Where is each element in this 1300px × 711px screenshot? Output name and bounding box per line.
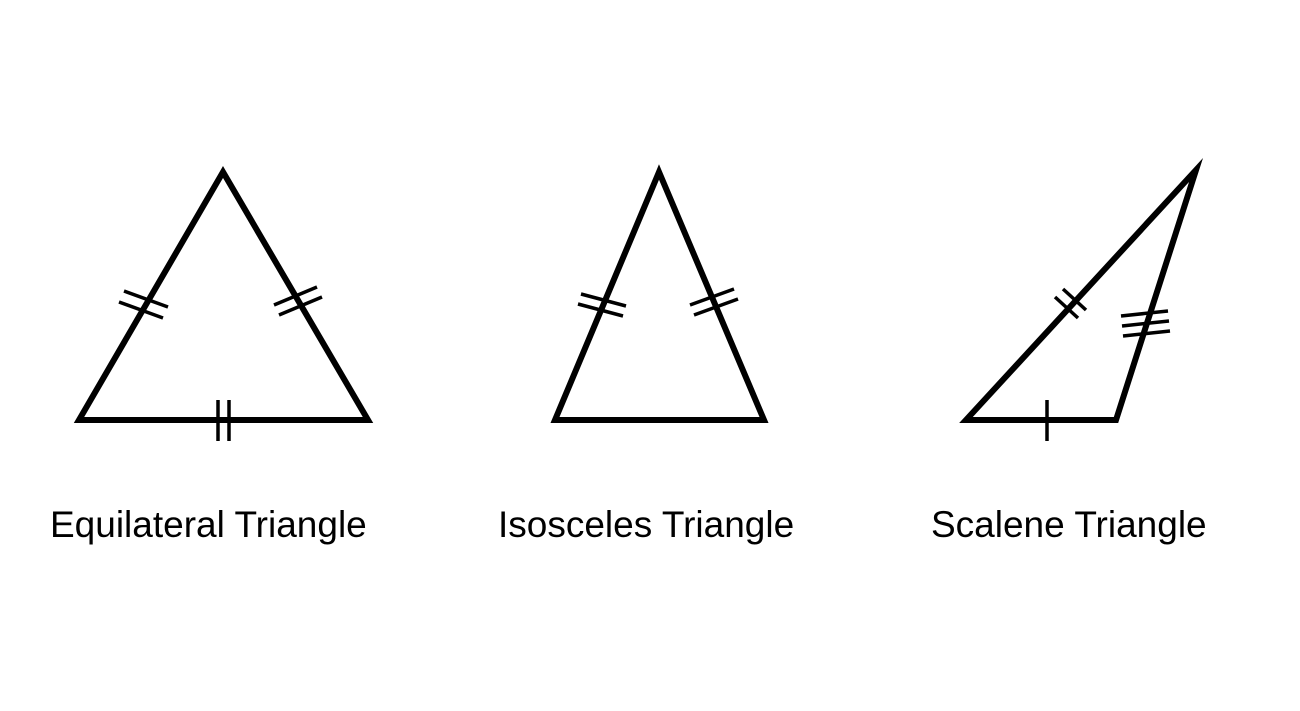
scalene-triangle-shape [959, 157, 1204, 423]
triangle-types-diagram [73, 157, 1204, 441]
scalene-triangle-label: Scalene Triangle [931, 504, 1207, 545]
equilateral-triangle-label: Equilateral Triangle [50, 504, 367, 545]
isosceles-triangle-label: Isosceles Triangle [498, 504, 795, 545]
scalene-right-side-ticks [1120, 309, 1171, 338]
equilateral-triangle-shape [73, 166, 374, 423]
